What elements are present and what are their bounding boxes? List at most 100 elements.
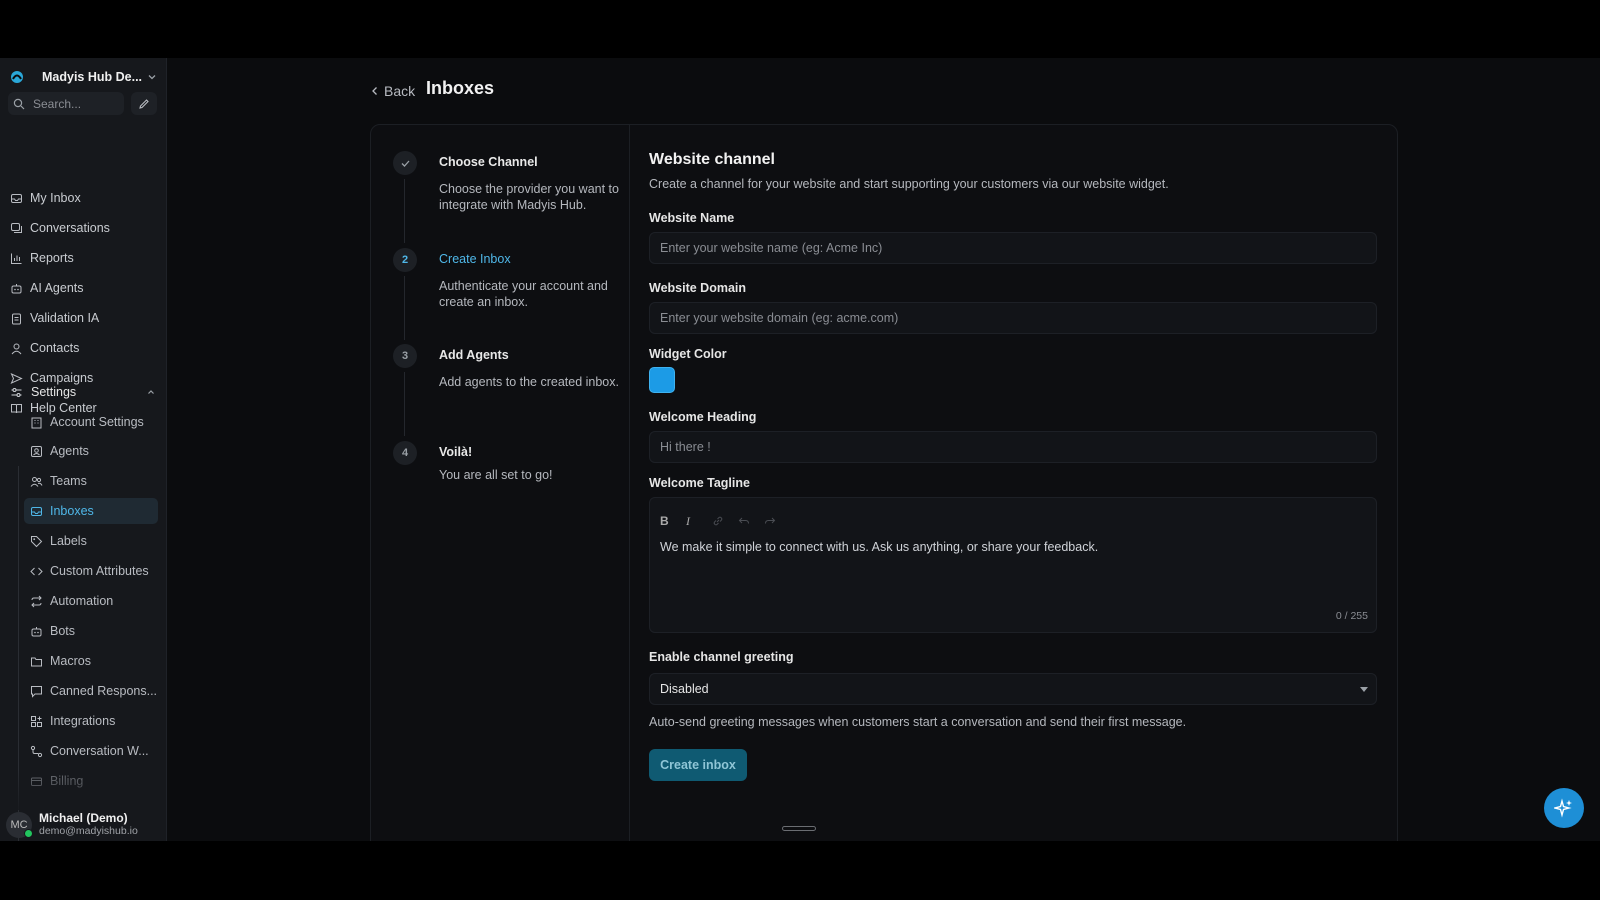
assistant-fab-button[interactable] — [1544, 788, 1584, 828]
website-name-label: Website Name — [649, 211, 735, 225]
sidebar-item-canned-responses[interactable]: Canned Respons... — [24, 678, 158, 704]
website-domain-label: Website Domain — [649, 281, 747, 295]
bold-button[interactable]: B — [660, 512, 686, 530]
step-description: Add agents to the created inbox. — [439, 375, 619, 389]
user-name: Michael (Demo) — [39, 811, 128, 825]
welcome-tagline-label: Welcome Tagline — [649, 476, 750, 490]
sidebar-item-agents[interactable]: Agents — [24, 438, 158, 464]
website-domain-input[interactable] — [649, 302, 1377, 334]
welcome-tagline-text[interactable]: We make it simple to connect with us. As… — [660, 540, 1098, 554]
step-title: Add Agents — [439, 348, 509, 362]
person-icon — [11, 343, 22, 354]
link-button[interactable] — [712, 512, 738, 530]
sidebar-item-label: Automation — [50, 594, 114, 608]
nav-item-label: Contacts — [30, 341, 80, 355]
bar-chart-icon — [11, 253, 22, 264]
nav-item-ai-agents[interactable]: AI Agents — [10, 277, 84, 299]
sidebar-item-macros[interactable]: Macros — [24, 648, 158, 674]
sidebar-item-label: Integrations — [50, 714, 116, 728]
step-connector — [404, 372, 405, 436]
widget-color-swatch[interactable] — [649, 367, 675, 393]
search-input[interactable] — [31, 95, 115, 112]
sidebar-item-inboxes[interactable]: Inboxes — [24, 498, 158, 524]
link-icon — [713, 516, 723, 526]
user-profile[interactable]: MC Michael (Demo) demo@madyishub.io — [6, 810, 162, 840]
sidebar-item-integrations[interactable]: Integrations — [24, 708, 158, 734]
settings-section-toggle[interactable]: Settings — [10, 380, 156, 404]
sidebar-item-conversation-workflow[interactable]: Conversation W... — [24, 738, 158, 764]
sparkle-icon — [1554, 798, 1572, 818]
sidebar-item-label: Account Settings — [50, 415, 144, 429]
nav-item-conversations[interactable]: Conversations — [10, 217, 110, 239]
italic-button[interactable]: I — [686, 512, 712, 530]
welcome-heading-input[interactable] — [649, 431, 1377, 463]
robot-icon — [31, 626, 42, 636]
sidebar-item-label: Macros — [50, 654, 91, 668]
sidebar-item-teams[interactable]: Teams — [24, 468, 158, 494]
sidebar-item-labels[interactable]: Labels — [24, 528, 158, 554]
clipboard-icon — [12, 313, 21, 324]
user-info: Michael (Demo) demo@madyishub.io — [39, 812, 138, 838]
step-title: Voilà! — [439, 445, 473, 459]
sidebar-item-account-settings[interactable]: Account Settings — [24, 409, 158, 435]
inbox-wizard-card: Choose Channel Choose the provider you w… — [370, 124, 1398, 841]
team-icon — [30, 476, 43, 487]
caret-down-icon — [1360, 686, 1368, 692]
nav-item-label: Validation IA — [30, 311, 100, 325]
message-icon — [31, 685, 42, 698]
undo-icon — [738, 517, 749, 524]
chevron-left-icon — [372, 87, 377, 95]
channel-greeting-select[interactable]: Disabled — [649, 673, 1377, 705]
nav-item-label: Conversations — [30, 221, 110, 235]
step-title: Choose Channel — [439, 155, 538, 169]
redo-button[interactable] — [764, 512, 790, 530]
sidebar: Madyis Hub De... My Inbox Conversations … — [0, 58, 167, 841]
workspace-switcher[interactable]: Madyis Hub De... — [8, 64, 158, 90]
back-button[interactable]: Back — [370, 80, 415, 102]
page-title: Inboxes — [426, 78, 495, 98]
app-window: Madyis Hub De... My Inbox Conversations … — [0, 58, 1600, 841]
step-description: You are all set to go! — [439, 468, 553, 482]
step-connector — [404, 179, 405, 243]
workflow-icon — [30, 745, 43, 757]
workspace-logo-icon — [11, 71, 23, 83]
inbox-icon — [31, 506, 42, 516]
nav-item-reports[interactable]: Reports — [10, 247, 74, 269]
sidebar-item-label: Canned Respons... — [50, 684, 158, 698]
compose-button[interactable] — [131, 92, 157, 115]
step-description: Authenticate your account and create an … — [439, 279, 608, 309]
folder-icon — [31, 657, 42, 666]
sidebar-item-label: Teams — [50, 474, 87, 488]
form-subtitle: Create a channel for your website and st… — [649, 177, 1169, 191]
channel-greeting-label: Enable channel greeting — [649, 650, 794, 664]
scroll-handle[interactable] — [782, 826, 816, 831]
redo-icon — [765, 517, 776, 524]
nav-item-validation-ia[interactable]: Validation IA — [10, 307, 99, 329]
sidebar-item-label: Agents — [50, 444, 89, 458]
channel-greeting-value: Disabled — [660, 682, 709, 696]
create-inbox-button[interactable]: Create inbox — [649, 749, 747, 781]
sidebar-item-automation[interactable]: Automation — [24, 588, 158, 614]
card-icon — [31, 777, 42, 786]
sidebar-item-bots[interactable]: Bots — [24, 618, 158, 644]
user-email: demo@madyishub.io — [39, 825, 138, 837]
welcome-heading-label: Welcome Heading — [649, 410, 757, 424]
nav-item-contacts[interactable]: Contacts — [10, 337, 79, 359]
search-box[interactable] — [8, 92, 124, 115]
sidebar-item-label: Conversation W... — [50, 744, 149, 758]
agent-icon — [31, 445, 42, 457]
website-name-input[interactable] — [649, 232, 1377, 264]
settings-label: Settings — [31, 385, 77, 399]
sidebar-item-custom-attributes[interactable]: Custom Attributes — [24, 558, 158, 584]
welcome-tagline-editor[interactable]: B I We make it simple to connect with us… — [649, 497, 1377, 633]
online-status-dot — [24, 829, 33, 838]
undo-button[interactable] — [738, 512, 764, 530]
widget-color-label: Widget Color — [649, 347, 727, 361]
nav-item-my-inbox[interactable]: My Inbox — [10, 187, 81, 209]
sidebar-item-billing[interactable]: Billing — [24, 768, 158, 794]
wizard-steps: Choose Channel Choose the provider you w… — [371, 125, 630, 841]
building-icon — [31, 417, 42, 428]
step-check-icon — [393, 151, 417, 175]
chevron-up-icon — [148, 390, 154, 394]
nav-item-label: AI Agents — [30, 281, 84, 295]
